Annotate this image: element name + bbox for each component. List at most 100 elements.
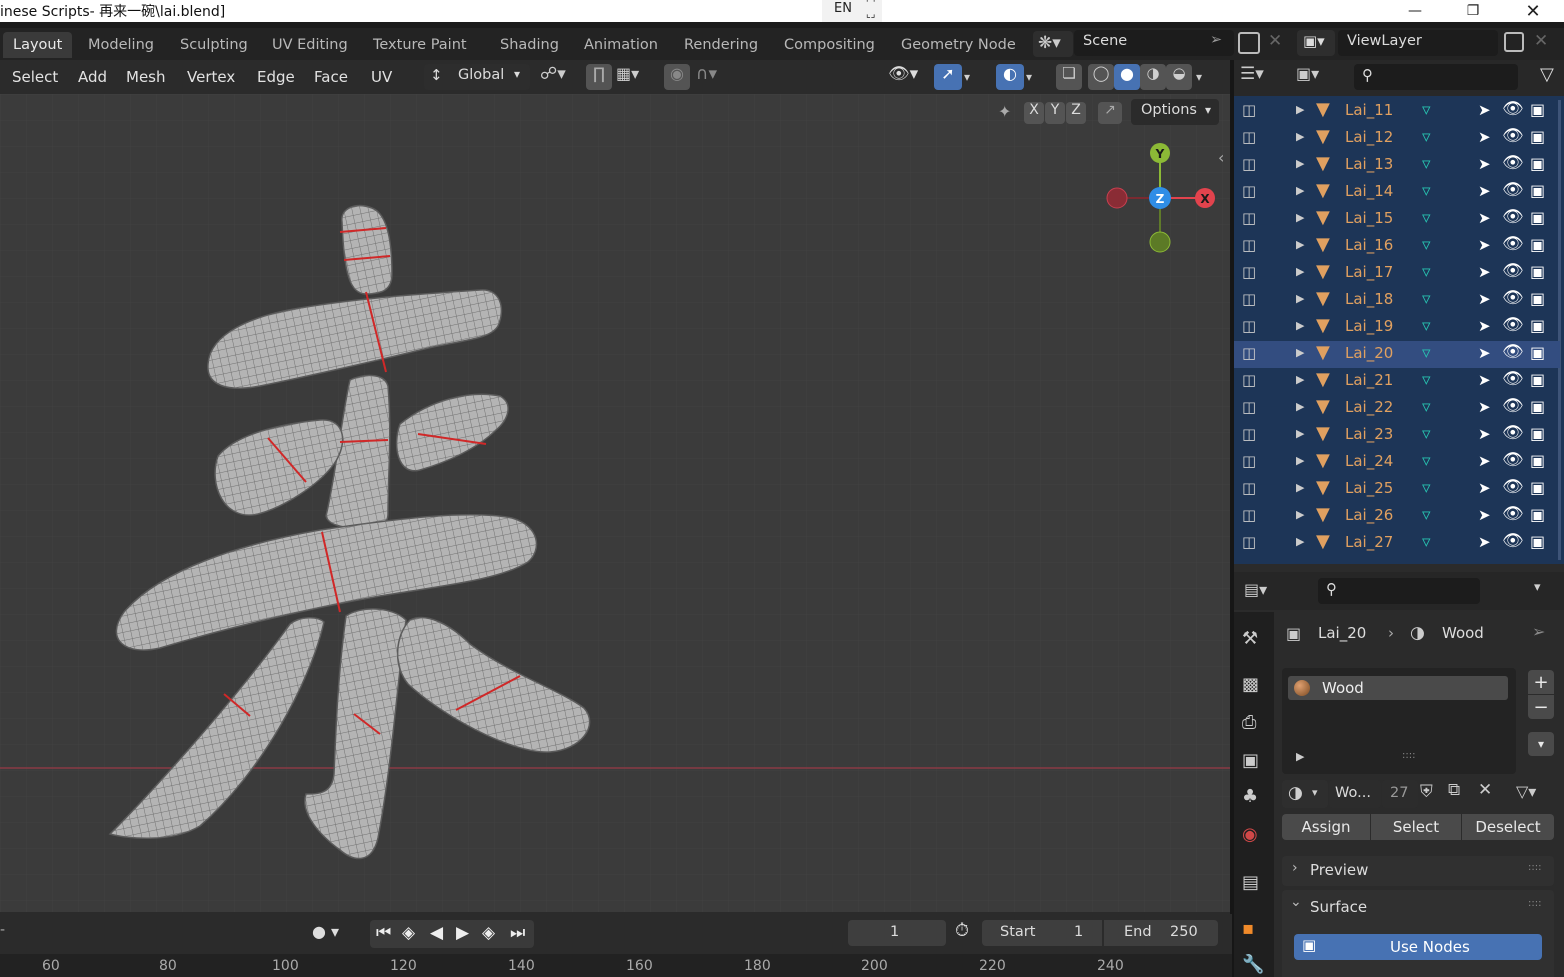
outliner-row[interactable]: ◫ ▶ ▼ Lai_27 ▿ ➤ 👁 ▣ [1234,530,1560,557]
shading-dropdown-icon[interactable]: ▾ [1196,64,1218,90]
material-shading-icon[interactable]: ◑ [1140,64,1166,90]
modifier-tab-icon[interactable]: 🔧 [1242,954,1264,975]
snap-icon[interactable]: ∏ [586,64,612,90]
new-view-layer-icon[interactable] [1504,32,1524,52]
menu-select[interactable]: Select [12,66,58,88]
outliner-row[interactable]: ◫ ▶ ▼ Lai_26 ▿ ➤ 👁 ▣ [1234,503,1560,530]
tab-sculpting[interactable]: Sculpting [170,32,258,58]
outliner-row[interactable]: ◫ ▶ ▼ Lai_22 ▿ ➤ 👁 ▣ [1234,395,1560,422]
camera-icon[interactable]: ▣ [1530,532,1545,551]
selectable-icon[interactable]: ➤ [1478,344,1491,362]
expand-arrow-icon[interactable]: ▶ [1296,454,1304,467]
auto-merge-icon[interactable]: ↗ [1098,102,1122,124]
collection-tab-icon[interactable]: ▤ [1242,872,1259,893]
add-material-slot-button[interactable]: + [1528,670,1554,694]
options-dropdown[interactable]: Options ▾ [1131,99,1219,125]
properties-search-input[interactable]: ⚲ [1318,578,1480,604]
3d-viewport[interactable]: ✦ X Y Z ↗ Options ▾ ‹ Y Z X [0,94,1232,912]
outliner-search-input[interactable]: ⚲ [1354,64,1518,90]
chevron-down-icon[interactable]: ⌄ [1290,894,1302,910]
material-name-field[interactable]: Wo... [1329,780,1381,808]
expand-arrow-icon[interactable]: ▶ [1296,481,1304,494]
eye-icon[interactable]: 👁 [1502,234,1524,254]
eye-icon[interactable]: 👁 [1502,288,1524,308]
use-nodes-button[interactable]: ▣ Use Nodes [1294,934,1542,960]
material-specials-button[interactable]: ▾ [1528,732,1554,756]
eye-icon[interactable]: 👁 [1502,531,1524,551]
proportional-edit-icon[interactable]: ◉ [664,64,690,90]
xray-icon[interactable]: ❏ [1056,64,1082,90]
transform-orientation-dropdown[interactable]: ↕ Global ▾ [424,64,530,90]
tab-geometry-nodes[interactable]: Geometry Node [891,32,1026,58]
eye-icon[interactable]: 👁 [1502,126,1524,146]
end-frame-field[interactable]: End 250 [1104,920,1218,946]
eye-icon[interactable]: 👁 [1502,477,1524,497]
delete-scene-icon[interactable]: ✕ [1268,31,1282,51]
eye-icon[interactable]: 👁 [1502,423,1524,443]
expand-arrow-icon[interactable]: ▶ [1296,535,1304,548]
next-keyframe-icon[interactable]: ◈ [482,923,495,943]
outliner-row[interactable]: ◫ ▶ ▼ Lai_21 ▿ ➤ 👁 ▣ [1234,368,1560,395]
outliner-row[interactable]: ◫ ▶ ▼ Lai_12 ▿ ➤ 👁 ▣ [1234,125,1560,152]
camera-icon[interactable]: ▣ [1530,127,1545,146]
eye-icon[interactable]: 👁 [1502,369,1524,389]
tab-uv-editing[interactable]: UV Editing [262,32,358,58]
outliner-row[interactable]: ◫ ▶ ▼ Lai_16 ▿ ➤ 👁 ▣ [1234,233,1560,260]
view-layer-tab-icon[interactable]: ▣ [1242,750,1259,771]
eye-icon[interactable]: 👁 [1502,261,1524,281]
selectable-icon[interactable]: ➤ [1478,452,1491,470]
expand-arrow-icon[interactable]: ▶ [1296,373,1304,386]
expand-arrow-icon[interactable]: ▶ [1296,130,1304,143]
auto-keying-button[interactable]: ● ▾ [312,922,362,946]
remove-material-slot-button[interactable]: − [1528,695,1554,719]
deselect-button[interactable]: Deselect [1462,814,1554,840]
close-window-button[interactable]: ✕ [1510,0,1556,22]
view-layer-dropdown[interactable]: ▣▾ [1297,30,1335,56]
camera-icon[interactable]: ▣ [1530,397,1545,416]
fake-user-icon[interactable]: ⛨ [1420,782,1433,802]
mirror-z-toggle[interactable]: Z [1066,102,1086,124]
camera-icon[interactable]: ▣ [1530,316,1545,335]
wireframe-shading-icon[interactable]: ◯ [1088,64,1114,90]
object-tab-icon[interactable]: ▪ [1242,918,1254,939]
selectable-icon[interactable]: ➤ [1478,479,1491,497]
world-tab-icon[interactable]: ◉ [1242,824,1258,845]
tab-shading[interactable]: Shading [490,32,569,58]
menu-vertex[interactable]: Vertex [187,66,235,88]
selectable-icon[interactable]: ➤ [1478,155,1491,173]
outliner-row[interactable]: ◫ ▶ ▼ Lai_13 ▿ ➤ 👁 ▣ [1234,152,1560,179]
timeline-ruler[interactable]: 60 80 100 120 140 160 180 200 220 240 [0,954,1232,977]
selectable-icon[interactable]: ➤ [1478,101,1491,119]
camera-icon[interactable]: ▣ [1530,505,1545,524]
link-type-icon[interactable]: ▽▾ [1516,782,1536,801]
scene-field[interactable]: Scene ➢ [1074,30,1234,56]
expand-arrow-icon[interactable]: ▶ [1296,427,1304,440]
selectable-icon[interactable]: ➤ [1478,506,1491,524]
camera-icon[interactable]: ▣ [1530,424,1545,443]
gizmo-dropdown-icon[interactable]: ▾ [964,64,984,90]
solid-shading-icon[interactable]: ● [1114,64,1140,90]
expand-icon[interactable]: ▶ [1296,750,1304,763]
mirror-x-toggle[interactable]: X [1024,102,1044,124]
delete-view-layer-icon[interactable]: ✕ [1534,31,1548,51]
selectable-icon[interactable]: ➤ [1478,182,1491,200]
selectable-icon[interactable]: ➤ [1478,290,1491,308]
eye-icon[interactable]: 👁 [1502,342,1524,362]
play-icon[interactable]: ▶ [456,923,469,943]
menu-face[interactable]: Face [314,66,348,88]
selectable-icon[interactable]: ➤ [1478,533,1491,551]
scene-tab-icon[interactable]: ♣ [1242,786,1258,807]
outliner-row[interactable]: ◫ ▶ ▼ Lai_19 ▿ ➤ 👁 ▣ [1234,314,1560,341]
overlays-icon[interactable]: ◐ [996,64,1024,90]
camera-icon[interactable]: ▣ [1530,235,1545,254]
expand-arrow-icon[interactable]: ▶ [1296,211,1304,224]
expand-arrow-icon[interactable]: ▶ [1296,265,1304,278]
falloff-icon[interactable]: ∩▾ [696,64,732,90]
browse-material-dropdown[interactable]: ◑ ▾ [1282,780,1328,808]
eye-icon[interactable]: 👁 [1502,450,1524,470]
outliner-row[interactable]: ◫ ▶ ▼ Lai_15 ▿ ➤ 👁 ▣ [1234,206,1560,233]
output-tab-icon[interactable]: ⎙ [1242,712,1256,733]
tab-compositing[interactable]: Compositing [774,32,885,58]
current-frame-field[interactable]: 1 [848,920,946,946]
menu-mesh[interactable]: Mesh [126,66,166,88]
